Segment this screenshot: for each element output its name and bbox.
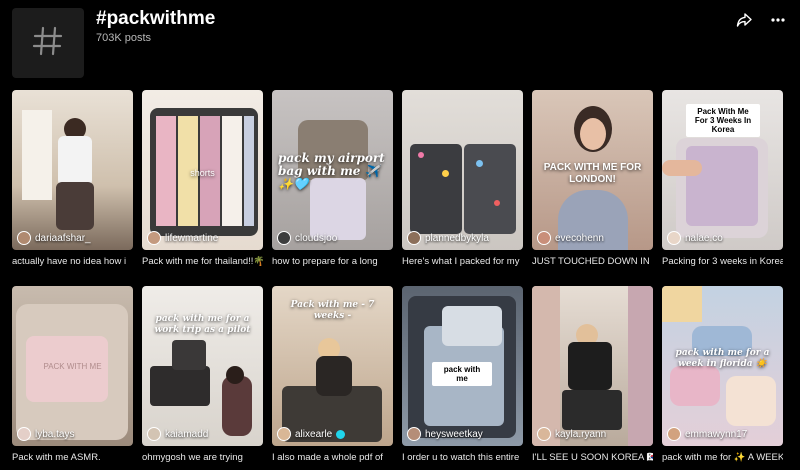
avatar[interactable]: [147, 231, 161, 245]
video-author[interactable]: cloudsjoo: [277, 231, 337, 245]
avatar[interactable]: [537, 427, 551, 441]
video-card[interactable]: dariaafshar_ actually have no idea how i: [12, 90, 133, 267]
video-author[interactable]: kayla.ryann: [537, 427, 606, 441]
verified-icon: [336, 429, 346, 439]
hashtag-cover: [12, 8, 84, 78]
avatar[interactable]: [17, 231, 31, 245]
video-card[interactable]: shorts lifewmartine Pack with me for tha…: [142, 90, 263, 267]
avatar[interactable]: [277, 427, 291, 441]
video-caption: Here's what I packed for my: [402, 256, 520, 267]
post-count: 703K posts: [96, 32, 152, 44]
video-thumbnail[interactable]: pack with me for a work trip as a pilot …: [142, 286, 263, 446]
video-caption: Pack with me ASMR.: [12, 452, 101, 463]
video-card[interactable]: Pack With Me For 3 Weeks In Korea nalae.…: [662, 90, 783, 267]
video-overlay-text: shorts: [190, 168, 215, 178]
video-caption: I also made a whole pdf of: [272, 452, 383, 463]
video-caption: I order u to watch this entire: [402, 452, 520, 463]
video-overlay-label: pack with me: [432, 362, 492, 386]
video-author[interactable]: lyba.tays: [17, 427, 74, 441]
video-author[interactable]: nalae.co: [667, 231, 723, 245]
video-thumbnail[interactable]: pack my airport bag with me ✈️✨🩵 cloudsj…: [272, 90, 393, 250]
video-thumbnail[interactable]: Pack With Me For 3 Weeks In Korea nalae.…: [662, 90, 783, 250]
video-row-2: PACK WITH ME lyba.tays Pack with me ASMR…: [12, 286, 783, 463]
video-thumbnail[interactable]: plannedbykyla: [402, 90, 523, 250]
hashtag-title: #packwithme: [96, 8, 216, 29]
video-author[interactable]: plannedbykyla: [407, 231, 489, 245]
video-thumbnail[interactable]: pack with me heysweetkay: [402, 286, 523, 446]
avatar[interactable]: [407, 427, 421, 441]
video-author[interactable]: alixearle: [277, 427, 346, 441]
video-caption: Pack with me for thailand!!🌴: [142, 256, 263, 267]
video-overlay-text: PACK WITH ME FOR LONDON!: [543, 162, 642, 185]
video-overlay-label: Pack With Me For 3 Weeks In Korea: [686, 104, 760, 137]
video-author[interactable]: kaiamadd: [147, 427, 208, 441]
video-caption: actually have no idea how i: [12, 256, 127, 267]
video-thumbnail[interactable]: dariaafshar_: [12, 90, 133, 250]
avatar[interactable]: [17, 427, 31, 441]
video-thumbnail[interactable]: PACK WITH ME FOR LONDON! evecohenn: [532, 90, 653, 250]
video-card[interactable]: pack my airport bag with me ✈️✨🩵 cloudsj…: [272, 90, 393, 267]
video-card[interactable]: PACK WITH ME FOR LONDON! evecohenn JUST …: [532, 90, 653, 267]
video-overlay-text: PACK WITH ME: [43, 362, 102, 371]
avatar[interactable]: [407, 231, 421, 245]
avatar[interactable]: [667, 231, 681, 245]
video-author[interactable]: dariaafshar_: [17, 231, 91, 245]
video-thumbnail[interactable]: pack with me for a week in florida ☀️ em…: [662, 286, 783, 446]
avatar[interactable]: [277, 231, 291, 245]
video-thumbnail[interactable]: shorts lifewmartine: [142, 90, 263, 250]
video-card[interactable]: pack with me for a week in florida ☀️ em…: [662, 286, 783, 463]
hash-icon: [31, 24, 65, 63]
video-author[interactable]: heysweetkay: [407, 427, 483, 441]
avatar[interactable]: [537, 231, 551, 245]
hashtag-header: #packwithme 703K posts: [12, 8, 788, 78]
video-author[interactable]: evecohenn: [537, 231, 604, 245]
video-card[interactable]: Pack with me - 7 weeks - alixearle I als…: [272, 286, 393, 463]
video-card[interactable]: kayla.ryann I'LL SEE U SOON KOREA 🇰🇷✈️: [532, 286, 653, 463]
video-author[interactable]: emmawynn17: [667, 427, 747, 441]
video-author[interactable]: lifewmartine: [147, 231, 218, 245]
video-caption: JUST TOUCHED DOWN IN: [532, 256, 650, 267]
avatar[interactable]: [667, 427, 681, 441]
share-icon[interactable]: [734, 10, 754, 30]
video-thumbnail[interactable]: PACK WITH ME lyba.tays: [12, 286, 133, 446]
video-card[interactable]: PACK WITH ME lyba.tays Pack with me ASMR…: [12, 286, 133, 463]
video-card[interactable]: plannedbykyla Here's what I packed for m…: [402, 90, 523, 267]
video-caption: ohmygosh we are trying: [142, 452, 243, 463]
video-card[interactable]: pack with me heysweetkay I order u to wa…: [402, 286, 523, 463]
video-card[interactable]: pack with me for a work trip as a pilot …: [142, 286, 263, 463]
video-thumbnail[interactable]: kayla.ryann: [532, 286, 653, 446]
video-row-1: dariaafshar_ actually have no idea how i…: [12, 90, 783, 267]
avatar[interactable]: [147, 427, 161, 441]
video-caption: pack with me for ✨ A WEEK: [662, 452, 783, 463]
video-thumbnail[interactable]: Pack with me - 7 weeks - alixearle: [272, 286, 393, 446]
video-caption: Packing for 3 weeks in Korea: [662, 256, 783, 267]
video-overlay-text: pack with me for a work trip as a pilot: [154, 314, 251, 335]
video-overlay-text: pack my airport bag with me ✈️✨🩵: [278, 151, 385, 191]
video-overlay-text: pack with me for a week in florida ☀️: [675, 348, 770, 369]
video-overlay-text: Pack with me - 7 weeks -: [290, 300, 375, 321]
video-caption: I'LL SEE U SOON KOREA 🇰🇷✈️: [532, 452, 653, 463]
more-icon[interactable]: [768, 10, 788, 30]
video-caption: how to prepare for a long: [272, 256, 378, 267]
